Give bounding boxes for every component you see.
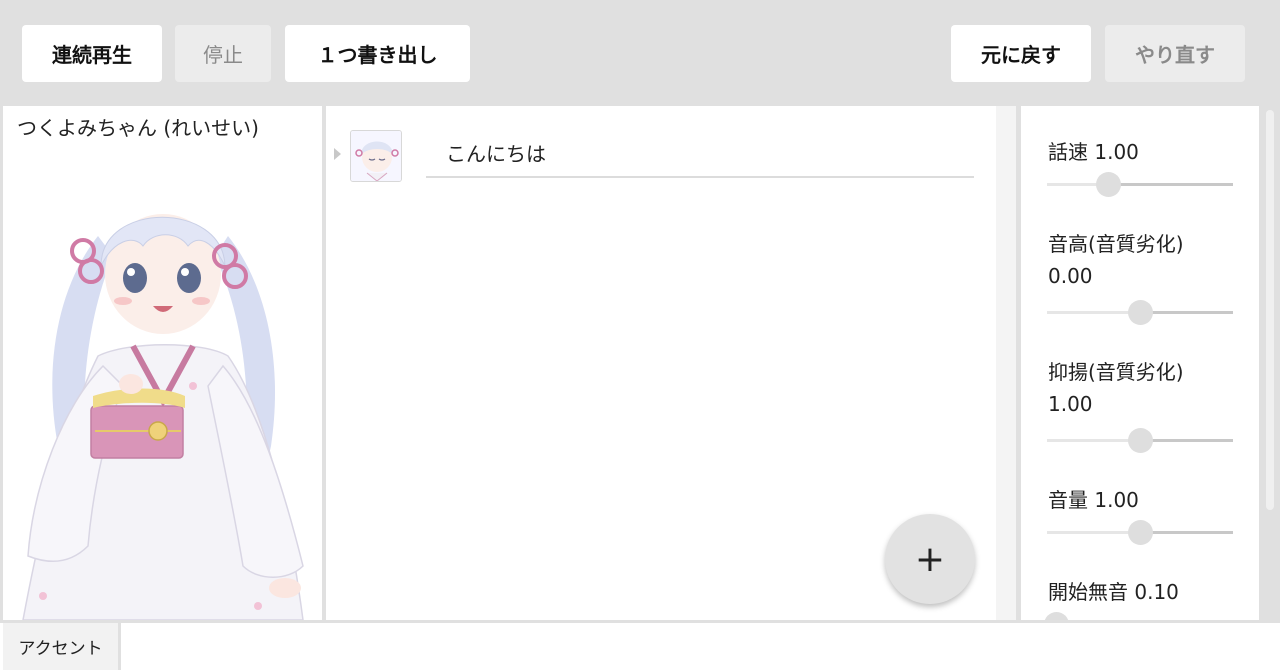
accent-tab[interactable]: アクセント xyxy=(3,623,121,670)
intonation-slider-knob[interactable] xyxy=(1128,428,1153,453)
parameter-panel: 話速 1.00 音高(音質劣化) 0.00 抑揚(音質劣化) 1.00 音量 1… xyxy=(1021,106,1259,620)
toolbar: 連続再生 停止 １つ書き出し 元に戻す やり直す xyxy=(0,0,1280,106)
speed-slider-knob[interactable] xyxy=(1096,172,1122,197)
param-volume: 音量 1.00 xyxy=(1048,484,1139,513)
param-intonation-label: 抑揚(音質劣化) xyxy=(1048,360,1184,384)
plus-icon: + xyxy=(914,538,946,580)
param-volume-value: 1.00 xyxy=(1094,488,1139,512)
param-speed-label: 話速 xyxy=(1048,140,1088,164)
pitch-slider-fill xyxy=(1047,311,1140,314)
volume-slider-knob[interactable] xyxy=(1128,520,1153,545)
character-portrait xyxy=(22,214,304,620)
parameter-scrollbar-thumb[interactable] xyxy=(1266,110,1274,510)
character-panel: つくよみちゃん (れいせい) xyxy=(3,106,322,620)
param-pre-silence-value: 0.10 xyxy=(1134,580,1179,604)
talk-text-input[interactable]: こんにちは xyxy=(426,136,974,178)
param-pre-silence-label: 開始無音 xyxy=(1048,580,1128,604)
pitch-slider[interactable] xyxy=(1047,300,1233,325)
param-speed-value: 1.00 xyxy=(1094,140,1139,164)
intonation-slider-fill xyxy=(1047,439,1140,442)
speed-slider[interactable] xyxy=(1047,172,1233,197)
redo-button[interactable]: やり直す xyxy=(1105,25,1245,82)
avatar-icon xyxy=(351,131,401,181)
pre-silence-slider-knob[interactable] xyxy=(1044,612,1070,620)
talk-scrollbar[interactable] xyxy=(996,106,1016,620)
add-row-button[interactable]: + xyxy=(885,514,975,604)
param-pitch-value: 0.00 xyxy=(1048,264,1093,288)
undo-button[interactable]: 元に戻す xyxy=(951,25,1091,82)
param-intonation-value: 1.00 xyxy=(1048,392,1093,416)
intonation-slider[interactable] xyxy=(1047,428,1233,453)
param-pre-silence: 開始無音 0.10 xyxy=(1048,576,1179,605)
play-all-button[interactable]: 連続再生 xyxy=(22,25,162,82)
export-one-button[interactable]: １つ書き出し xyxy=(285,25,470,82)
bottom-panel xyxy=(0,623,1280,670)
volume-slider-fill xyxy=(1047,531,1140,534)
pitch-slider-knob[interactable] xyxy=(1128,300,1153,325)
row-character-avatar[interactable] xyxy=(350,130,402,182)
param-volume-label: 音量 xyxy=(1048,488,1088,512)
character-name[interactable]: つくよみちゃん (れいせい) xyxy=(17,112,259,141)
param-speed: 話速 1.00 xyxy=(1048,136,1139,165)
stop-button[interactable]: 停止 xyxy=(175,25,271,82)
volume-slider[interactable] xyxy=(1047,520,1233,545)
param-pitch-label: 音高(音質劣化) xyxy=(1048,232,1184,256)
talk-panel: こんにちは + xyxy=(326,106,1016,620)
caret-right-icon[interactable] xyxy=(334,148,341,160)
